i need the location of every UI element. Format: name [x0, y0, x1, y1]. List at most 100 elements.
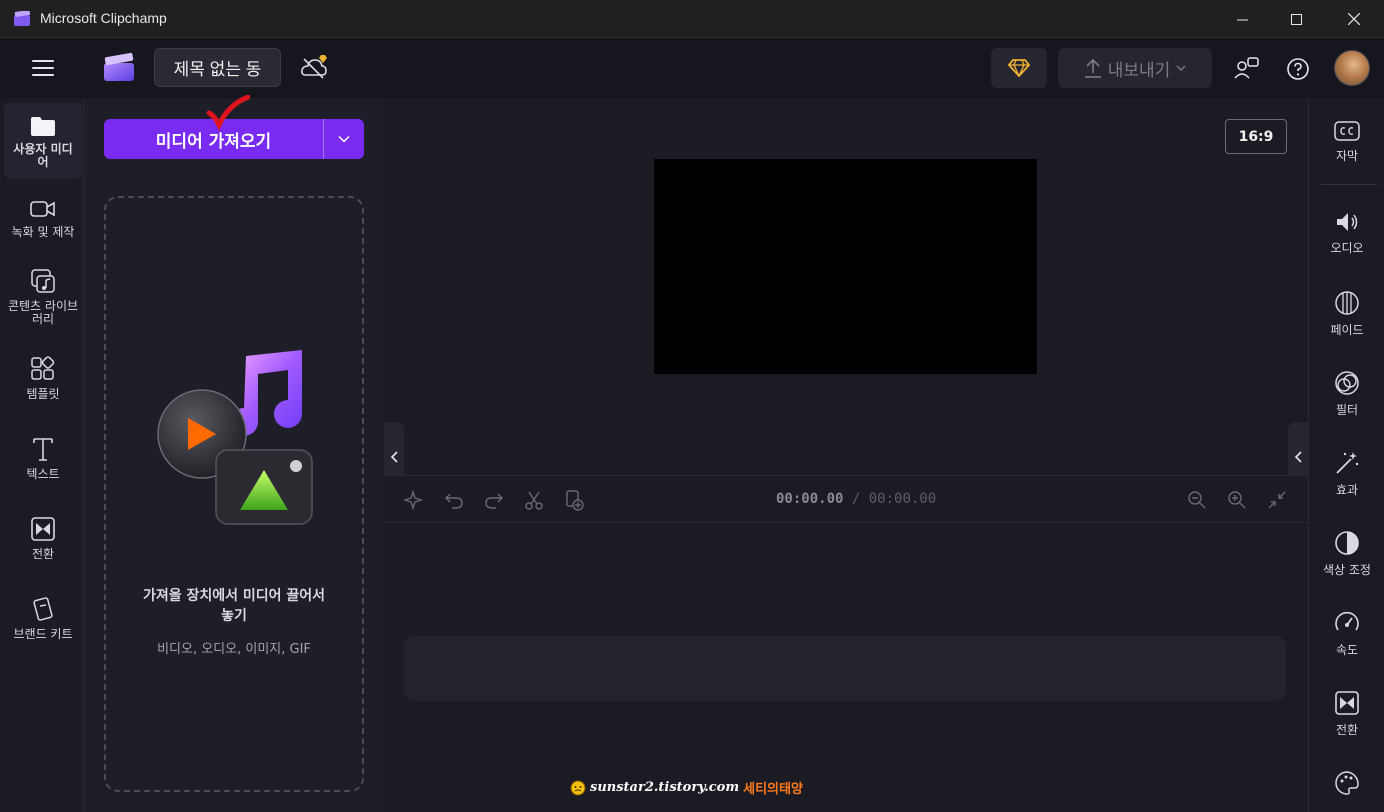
blog-watermark: sunstar2.tistory.com 세티의태양	[570, 778, 803, 797]
scissors-icon	[525, 491, 543, 510]
watermark-url: sunstar2.tistory.com	[590, 780, 740, 795]
right-item-label: 자막	[1335, 149, 1359, 163]
chevron-left-icon	[390, 451, 398, 463]
transition-icon	[1335, 691, 1359, 715]
cloud-off-premium-icon	[301, 55, 327, 79]
undo-button[interactable]	[442, 488, 466, 512]
contrast-icon	[1335, 531, 1359, 555]
ai-edit-button[interactable]	[402, 488, 426, 512]
brand-kit-icon	[33, 597, 53, 621]
right-item-label: 필터	[1335, 403, 1359, 417]
right-item-more[interactable]	[1309, 770, 1384, 796]
folder-icon	[31, 117, 55, 136]
window-title: Microsoft Clipchamp	[40, 10, 167, 26]
close-button[interactable]	[1328, 0, 1380, 38]
help-icon	[1287, 58, 1309, 80]
help-button[interactable]	[1286, 57, 1310, 81]
right-item-color-adjust[interactable]: 색상 조정	[1309, 530, 1384, 578]
cloud-sync-button[interactable]	[300, 53, 330, 81]
aspect-ratio-button[interactable]: 16:9	[1225, 119, 1287, 154]
right-item-label: 색상 조정	[1323, 563, 1371, 577]
project-title-field[interactable]: 제목 없는 동	[154, 48, 281, 87]
import-dropdown-button[interactable]	[323, 119, 364, 159]
maximize-button[interactable]	[1270, 0, 1322, 38]
zoom-in-button[interactable]	[1225, 488, 1249, 512]
nav-item-record-create[interactable]: 녹화 및 제작	[4, 198, 82, 239]
right-item-transitions[interactable]: 전환	[1309, 690, 1384, 738]
media-panel: 미디어 가져오기 가져올 장치에서 미디어 끌어서 놓기 비디오, 오디오, 이…	[84, 95, 384, 812]
magic-wand-icon	[1336, 452, 1359, 474]
right-item-label: 오디오	[1330, 241, 1364, 255]
checkmark-annotation-icon	[206, 95, 250, 131]
video-canvas[interactable]	[654, 159, 1037, 374]
nav-item-text[interactable]: 텍스트	[4, 436, 82, 481]
clipchamp-logo-icon	[104, 52, 134, 81]
fit-timeline-button[interactable]	[1265, 488, 1289, 512]
right-item-audio[interactable]: 오디오	[1309, 210, 1384, 256]
nav-item-transitions[interactable]: 전환	[4, 516, 82, 561]
export-label: 내보내기	[1107, 60, 1171, 81]
collapse-arrows-icon	[1268, 491, 1286, 509]
right-item-filters[interactable]: 필터	[1309, 370, 1384, 418]
zoom-in-icon	[1228, 491, 1246, 509]
right-item-speed[interactable]: 속도	[1309, 610, 1384, 658]
right-item-label: 속도	[1335, 643, 1359, 657]
timecode: 00:00.00 / 00:00.00	[776, 491, 936, 507]
text-icon	[33, 438, 53, 461]
split-button[interactable]	[522, 488, 546, 512]
nav-item-content-library[interactable]: 콘텐츠 라이브러리	[4, 268, 82, 326]
user-avatar[interactable]	[1334, 50, 1370, 86]
right-item-fade[interactable]: 페이드	[1309, 290, 1384, 338]
right-properties-rail: 자막 오디오 페이드 필터 효과 색상 조정 속도 전환	[1308, 98, 1384, 812]
nav-item-your-media[interactable]: 사용자 미디어	[4, 103, 82, 179]
premium-button[interactable]	[991, 48, 1047, 88]
dropzone-title: 가져올 장치에서 미디어 끌어서 놓기	[142, 588, 326, 624]
timeline-area	[384, 524, 1308, 812]
feedback-button[interactable]	[1234, 56, 1260, 80]
people-chat-icon	[1234, 57, 1259, 79]
nav-label: 템플릿	[26, 387, 60, 401]
watermark-name: 세티의태양	[743, 782, 803, 797]
left-nav-rail: 사용자 미디어 녹화 및 제작 콘텐츠 라이브러리 템플릿 텍스트 전환 브랜드…	[0, 98, 84, 812]
minimize-button[interactable]	[1216, 0, 1268, 38]
right-item-captions[interactable]: 자막	[1309, 120, 1384, 164]
minimize-icon	[1236, 19, 1248, 20]
export-button[interactable]: 내보내기	[1058, 48, 1212, 88]
dropzone-formats: 비디오, 오디오, 이미지, GIF	[157, 642, 311, 657]
sparkle-icon	[404, 490, 424, 510]
zoom-out-button[interactable]	[1185, 488, 1209, 512]
menu-button[interactable]	[32, 58, 56, 78]
media-dropzone[interactable]: 가져올 장치에서 미디어 끌어서 놓기 비디오, 오디오, 이미지, GIF	[104, 196, 364, 792]
nav-label: 텍스트	[26, 467, 60, 481]
timeline-track[interactable]	[404, 636, 1286, 701]
emoji-face-icon	[570, 780, 586, 795]
window-titlebar: Microsoft Clipchamp	[0, 0, 1384, 38]
right-item-label: 효과	[1335, 483, 1359, 497]
timeline-toolbar: 00:00.00 / 00:00.00	[384, 475, 1308, 523]
video-camera-icon	[30, 201, 55, 217]
add-media-timeline-button[interactable]	[562, 488, 586, 512]
divider	[1321, 184, 1377, 185]
nav-label: 콘텐츠 라이브러리	[7, 299, 79, 326]
undo-icon	[445, 493, 463, 509]
right-item-label: 페이드	[1330, 323, 1364, 337]
nav-item-brand-kit[interactable]: 브랜드 키트	[4, 596, 82, 641]
transition-icon	[31, 517, 55, 541]
templates-icon	[31, 356, 55, 380]
right-item-effects[interactable]: 효과	[1309, 450, 1384, 498]
total-time: / 00:00.00	[851, 491, 937, 507]
current-time: 00:00.00	[776, 491, 844, 507]
chevron-left-icon	[1294, 451, 1302, 463]
right-item-label: 전환	[1335, 723, 1359, 737]
app-header: 제목 없는 동 내보내기	[0, 38, 1384, 98]
redo-button[interactable]	[482, 488, 506, 512]
chevron-down-icon	[338, 135, 350, 143]
maximize-icon	[1290, 13, 1302, 25]
nav-label: 녹화 및 제작	[11, 225, 75, 239]
duplicate-add-icon	[566, 490, 584, 511]
speaker-icon	[1337, 213, 1358, 231]
nav-item-templates[interactable]: 템플릿	[4, 356, 82, 401]
diamond-icon	[1008, 59, 1030, 77]
fade-icon	[1335, 291, 1359, 315]
preview-area: 16:9	[384, 98, 1308, 470]
